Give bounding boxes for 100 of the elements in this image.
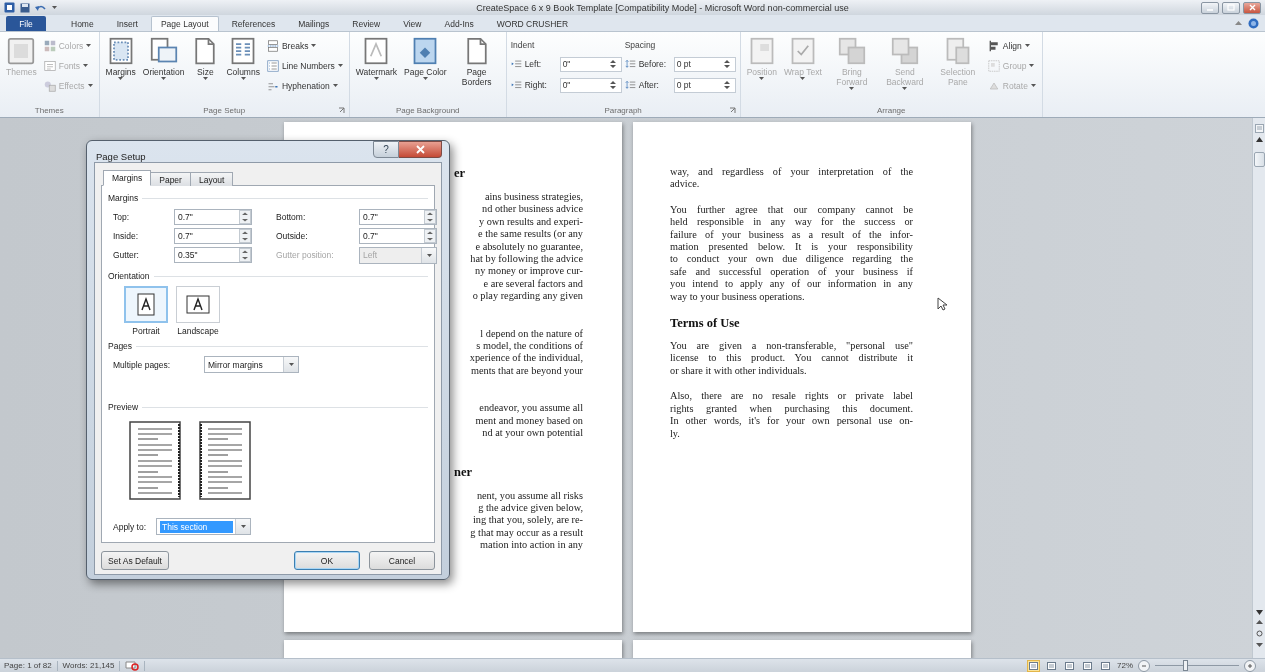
dialog-tab[interactable]: Paper (150, 172, 191, 186)
caret-icon (311, 44, 317, 47)
align-icon (987, 39, 1000, 52)
spin-field[interactable]: 0.35" (174, 247, 252, 263)
spin-label: Left: (524, 59, 543, 69)
ribbon-tab[interactable]: Home (61, 16, 104, 31)
maximize-button[interactable] (1222, 1, 1240, 14)
paragraph: way, and regardless of your interpretation of the advice. (670, 166, 913, 191)
ribbon-button[interactable]: Orientation (140, 35, 187, 82)
group-label: Themes (34, 106, 64, 115)
pages-icon (149, 37, 178, 65)
browse-object-icon (1255, 630, 1263, 637)
zoom-level[interactable]: 72% (1117, 661, 1133, 670)
ribbon-tab[interactable]: View (393, 16, 432, 31)
theme-icon (7, 37, 36, 65)
file-tab[interactable]: File (6, 16, 46, 31)
indent-icon (510, 79, 522, 91)
caret-icon (902, 87, 908, 90)
ribbon-tab[interactable]: Review (342, 16, 391, 31)
view-button[interactable] (1081, 659, 1094, 672)
caret-icon (1030, 84, 1036, 87)
ribbon-button[interactable]: Size (189, 35, 222, 82)
ribbon-button[interactable]: Line Numbers (264, 57, 345, 74)
dialog-button[interactable]: OK (294, 551, 360, 570)
ribbon-tab[interactable]: Page Layout (150, 16, 219, 31)
caret-icon (373, 77, 379, 80)
section-label: Margins (108, 193, 139, 203)
window-title: CreateSpace 6 x 9 Book Template [Compatibility Mode] - Microsoft Word non-commercial use (475, 2, 850, 13)
field-label: Top: (112, 212, 131, 222)
landscape-page-icon (185, 293, 211, 316)
orientation-button[interactable] (176, 286, 220, 323)
field-label: Gutter: (112, 250, 140, 260)
ribbon-tab[interactable]: Insert (106, 16, 148, 31)
app-icon[interactable] (4, 2, 15, 13)
portrait-page-icon (135, 292, 157, 317)
caret-icon (161, 77, 167, 80)
dialog-tab[interactable]: Layout (189, 172, 234, 186)
spin-field[interactable]: 0.7" (174, 209, 252, 225)
zoom-in-button[interactable] (1244, 659, 1256, 672)
dialog-launcher-icon[interactable] (728, 107, 736, 114)
ribbon-tab[interactable]: WORD CRUSHER (486, 16, 579, 31)
scroll-thumb[interactable] (1253, 152, 1265, 167)
caret-icon (202, 77, 208, 80)
caret-icon (118, 77, 124, 80)
spin-field[interactable]: 0.7" (359, 209, 437, 225)
spin-field[interactable]: 0 pt (673, 77, 736, 93)
section-heading: ner (454, 464, 473, 479)
help-icon[interactable] (1248, 18, 1259, 29)
field-label: Bottom: (276, 212, 307, 222)
dialog-button[interactable]: Set As Default (101, 551, 169, 570)
ribbon-button[interactable]: Align (985, 37, 1038, 54)
view-button[interactable] (1063, 659, 1076, 672)
minimize-button[interactable] (1201, 1, 1219, 14)
ribbon-tab[interactable]: References (221, 16, 286, 31)
orientation-button[interactable] (124, 286, 168, 323)
view-button[interactable] (1027, 659, 1040, 672)
close-button[interactable] (399, 141, 442, 158)
ribbon-tab[interactable]: Mailings (288, 16, 340, 31)
dialog-tab[interactable]: Margins (103, 170, 152, 186)
spin-field[interactable]: 0" (559, 56, 622, 72)
group-icon (987, 59, 1000, 72)
dialog-launcher-icon[interactable] (337, 107, 345, 114)
word-count: Words: 21,145 (62, 661, 115, 670)
ribbon-tab[interactable]: Add-Ins (434, 16, 484, 31)
view-button[interactable] (1045, 659, 1058, 672)
spin-field[interactable]: 0 pt (673, 56, 736, 72)
ribbon-button[interactable]: Watermark (353, 35, 400, 82)
ribbon-button[interactable]: Hyphenation (264, 77, 345, 94)
spin-field[interactable]: 0" (559, 77, 622, 93)
ribbon-button[interactable]: Page Color (402, 35, 449, 82)
spin-field[interactable]: 0.7" (359, 228, 437, 244)
view-button[interactable] (1099, 659, 1112, 672)
group-label: Paragraph (604, 106, 642, 115)
view-icon (1083, 661, 1092, 670)
next-page-icon (1255, 641, 1263, 648)
ribbon-button[interactable]: Margins (103, 35, 138, 82)
paragraph: l depend on the nature of s model, the conditions of xperience of the individual, ments that are beyond your (469, 327, 583, 378)
mouse-cursor-icon (937, 297, 947, 311)
vertical-scrollbar[interactable] (1252, 118, 1265, 658)
ribbon-button[interactable]: Columns (224, 35, 262, 82)
spinner-icon (424, 210, 436, 224)
multiple-pages-dropdown[interactable]: Mirror margins (204, 356, 299, 373)
view-icon (1101, 661, 1110, 670)
zoom-out-button[interactable] (1138, 659, 1150, 672)
proofing-icon (125, 660, 140, 671)
spin-field[interactable]: 0.7" (174, 228, 252, 244)
spinner-icon (239, 210, 251, 224)
spinner-icon (722, 59, 731, 69)
help-button[interactable]: ? (373, 141, 399, 158)
spin-label: After: (638, 80, 660, 90)
group-label: Page Setup (203, 106, 246, 115)
ribbon-button[interactable]: Page Borders (451, 35, 502, 89)
close-button[interactable] (1243, 1, 1261, 14)
field-label: Outside: (276, 231, 309, 241)
paragraph: Also, there are no resale rights or private label rights granted when purchasing this document. In other words, it's for your own personal use on- ly. (670, 390, 913, 440)
section-label: Orientation (108, 271, 150, 281)
paragraph: ains business strategies, nd other business advice y own results and experi- e the same results (or any e absolutely no guarantee, hat by following the advice ny money or improve cur- e are several factors and o play regarding any given (470, 191, 583, 303)
dialog-button[interactable]: Cancel (369, 551, 435, 570)
slider-thumb[interactable] (1182, 660, 1188, 671)
ribbon-button[interactable]: Breaks (264, 37, 345, 54)
